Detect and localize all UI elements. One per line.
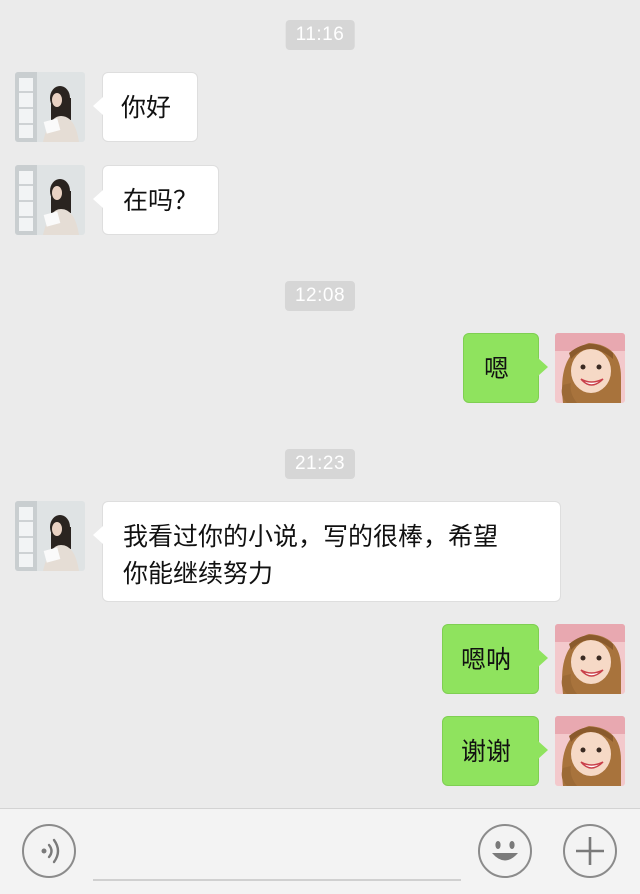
user-avatar[interactable]	[555, 716, 625, 786]
message-text: 在吗？	[123, 186, 199, 215]
plus-icon	[576, 837, 604, 865]
contact-avatar[interactable]	[15, 165, 85, 235]
timestamp: 21:23	[284, 449, 356, 479]
emoji-button[interactable]	[478, 824, 532, 878]
message-text: 嗯呐	[461, 645, 512, 674]
contact-avatar-image	[15, 501, 85, 571]
sent-message-bubble[interactable]: 嗯	[463, 333, 548, 403]
message-input[interactable]	[93, 879, 461, 881]
received-message-bubble[interactable]: 在吗？	[93, 165, 219, 235]
message-text: 嗯	[484, 354, 510, 383]
more-button[interactable]	[563, 824, 617, 878]
received-message-bubble[interactable]: 你好	[93, 72, 198, 142]
contact-avatar[interactable]	[15, 501, 85, 571]
sent-message-bubble[interactable]: 嗯呐	[442, 624, 548, 694]
user-avatar-image	[555, 333, 625, 403]
contact-avatar[interactable]	[15, 72, 85, 142]
user-avatar[interactable]	[555, 624, 625, 694]
contact-avatar-image	[15, 72, 85, 142]
user-avatar[interactable]	[555, 333, 625, 403]
message-text: 你好	[121, 93, 172, 122]
sent-message-bubble[interactable]: 谢谢	[442, 716, 548, 786]
voice-button[interactable]	[22, 824, 76, 878]
user-avatar-image	[555, 624, 625, 694]
contact-avatar-image	[15, 165, 85, 235]
message-text: 谢谢	[461, 737, 512, 766]
received-message-bubble[interactable]: 我看过你的小说，写的很棒，希望 你能继续努力	[93, 501, 561, 602]
voice-icon	[41, 838, 60, 864]
user-avatar-image	[555, 716, 625, 786]
emoji-icon	[492, 841, 518, 861]
timestamp: 11:16	[285, 20, 355, 50]
message-text-line: 你能继续努力	[123, 559, 274, 588]
timestamp: 12:08	[284, 281, 356, 311]
chat-input-bar	[0, 808, 640, 894]
message-text-line: 我看过你的小说，写的很棒，希望	[123, 522, 499, 551]
